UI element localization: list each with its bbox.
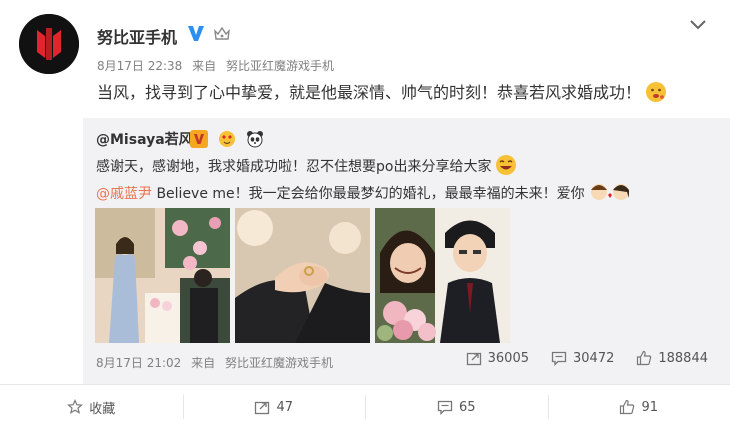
repost-text2: Believe me！我一定会给你最最梦幻的婚礼，最最幸福的未来！爱你: [152, 186, 585, 202]
action-bar: 收藏 47 65 91: [0, 385, 730, 429]
like-count: 91: [641, 399, 659, 415]
proposal-photo-3: [375, 208, 510, 343]
repost-share-stat[interactable]: 36005: [466, 350, 529, 366]
repost-meta: 8月17日 21:02 来自 努比亚红魔游戏手机: [96, 354, 339, 371]
post-meta: 8月17日 22:38 来自 努比亚红魔游戏手机: [97, 57, 340, 74]
repost-comment-count: 30472: [573, 350, 615, 366]
weibo-post: 努比亚手机 8月17日 22:38 来自 努比亚红魔游戏手机 当风，找寻到了心中…: [0, 0, 730, 429]
verified-v-orange-icon: [190, 129, 208, 148]
repost-text1: 感谢天，感谢地，我求婚成功啦！忍不住想要po出来分享给大家: [96, 159, 492, 175]
repost-like-stat[interactable]: 188844: [636, 350, 708, 366]
repost-badges: [190, 128, 269, 148]
repost-share-count: 36005: [487, 350, 529, 366]
forward-icon: [466, 352, 481, 366]
photo-1[interactable]: [95, 208, 230, 343]
forward-icon: [255, 401, 270, 415]
photo-2[interactable]: [235, 208, 370, 343]
repost-comment-stat[interactable]: 30472: [551, 350, 614, 366]
repost-text-line1: 感谢天，感谢地，我求婚成功啦！忍不住想要po出来分享给大家: [96, 154, 517, 176]
post-text: 当风，找寻到了心中挚爱，就是他最深情、帅气的时刻！恭喜若风求婚成功！: [97, 79, 667, 103]
post-source-prefix: 来自: [192, 59, 217, 73]
grinning-face-icon: [496, 155, 517, 175]
repost-user[interactable]: @Misaya若风: [96, 129, 193, 149]
comment-count: 65: [458, 399, 476, 415]
forward-button[interactable]: 47: [182, 385, 366, 429]
proposal-photo-2: [235, 208, 370, 343]
repost-text-line2: @戚蓝尹 Believe me！我一定会给你最最梦幻的婚礼，最最幸福的未来！爱你: [96, 181, 633, 203]
red-magic-logo-icon: [19, 14, 79, 74]
star-icon: [67, 399, 84, 414]
comment-button[interactable]: 65: [365, 385, 548, 429]
author-name[interactable]: 努比亚手机: [97, 24, 177, 48]
thumbs-up-icon: [620, 399, 635, 415]
repost-source[interactable]: 努比亚红魔游戏手机: [225, 356, 333, 370]
like-button[interactable]: 91: [547, 385, 730, 429]
proposal-photo-1: [95, 208, 230, 343]
forward-count: 47: [276, 399, 294, 415]
repost-like-count: 188844: [658, 350, 708, 366]
post-source[interactable]: 努比亚红魔游戏手机: [226, 59, 334, 73]
mention-link[interactable]: @戚蓝尹: [96, 186, 152, 202]
crown-icon[interactable]: [214, 27, 230, 41]
comment-icon: [551, 351, 567, 366]
panda-icon: [246, 130, 264, 148]
repost-box: @Misaya若风 感谢天，感谢地，我求婚成功啦！忍不住想要po出来分享给大家 …: [83, 118, 730, 384]
comment-icon: [437, 400, 453, 415]
photo-3[interactable]: [375, 208, 510, 343]
drooling-face-icon: [646, 82, 667, 102]
post-text-content: 当风，找寻到了心中挚爱，就是他最深情、帅气的时刻！恭喜若风求婚成功！: [97, 83, 642, 102]
repost-time[interactable]: 8月17日 21:02: [96, 356, 181, 370]
love-face-icon: [218, 130, 236, 148]
repost-stats: 36005 30472 188844: [444, 350, 708, 366]
author-avatar[interactable]: [19, 14, 79, 74]
thumbs-up-icon: [637, 350, 652, 366]
repost-source-prefix: 来自: [191, 356, 216, 370]
couple-emoji-icon: [590, 184, 629, 200]
verified-v-icon: [188, 26, 204, 41]
post-time[interactable]: 8月17日 22:38: [97, 59, 182, 73]
favorite-label: 收藏: [89, 401, 116, 417]
chevron-down-icon[interactable]: [690, 20, 706, 30]
favorite-button[interactable]: 收藏: [0, 385, 183, 429]
